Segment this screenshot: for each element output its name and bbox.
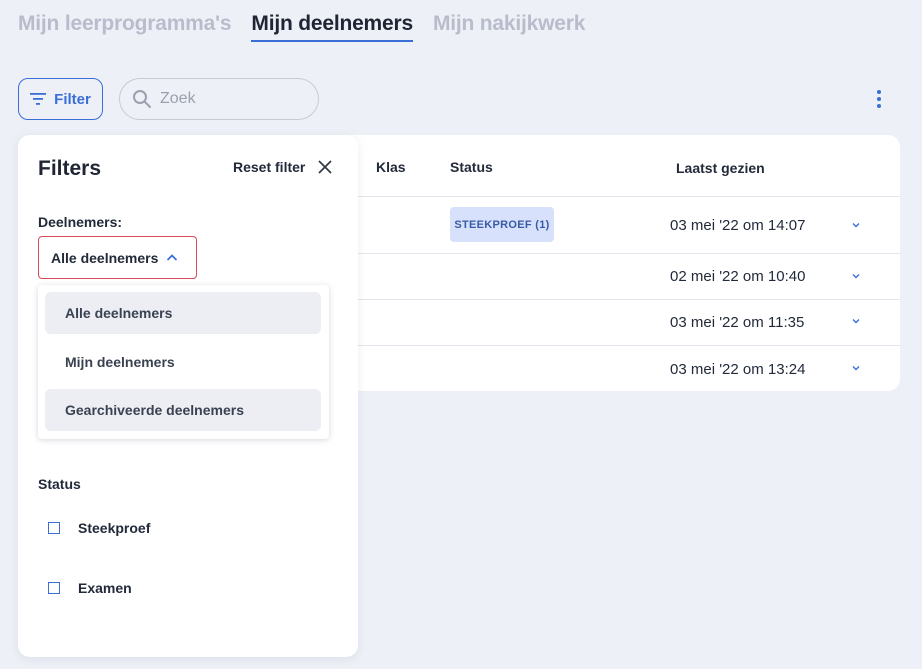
participants-label: Deelnemers: xyxy=(38,214,123,230)
reset-filter-button[interactable]: Reset filter xyxy=(233,159,333,175)
checkbox-label: Examen xyxy=(78,580,132,596)
checkbox-label: Steekproef xyxy=(78,520,151,536)
search-icon xyxy=(133,90,151,108)
checkbox-box[interactable] xyxy=(48,582,60,594)
participants-dropdown: Alle deelnemers Mijn deelnemers Gearchiv… xyxy=(38,285,329,439)
filters-panel: Filters Reset filter Deelnemers: Alle de… xyxy=(18,135,358,657)
close-icon[interactable] xyxy=(317,159,333,175)
chevron-up-icon xyxy=(167,253,178,261)
filter-button-label: Filter xyxy=(54,90,91,108)
chevron-down-icon[interactable] xyxy=(850,219,862,231)
search-input[interactable] xyxy=(160,90,300,108)
tab-bar: Mijn leerprogramma's Mijn deelnemers Mij… xyxy=(18,12,585,42)
chevron-down-icon[interactable] xyxy=(850,315,862,327)
chevron-down-icon[interactable] xyxy=(850,270,862,282)
column-header-status[interactable]: Status xyxy=(450,159,493,175)
filters-title: Filters xyxy=(38,157,102,180)
tab-mijn-nakijkwerk[interactable]: Mijn nakijkwerk xyxy=(433,12,585,42)
chevron-down-icon[interactable] xyxy=(850,362,862,374)
participants-select-value: Alle deelnemers xyxy=(51,249,159,266)
search-box xyxy=(119,78,319,120)
checkbox-box[interactable] xyxy=(48,522,60,534)
checkbox-examen[interactable]: Examen xyxy=(48,580,132,596)
checkbox-steekproef[interactable]: Steekproef xyxy=(48,520,150,536)
reset-filter-label: Reset filter xyxy=(233,159,306,175)
filter-button[interactable]: Filter xyxy=(18,78,103,120)
more-options-icon[interactable] xyxy=(870,90,888,108)
column-header-last-seen[interactable]: Laatst gezien xyxy=(676,160,765,176)
last-seen-cell: 03 mei '22 om 14:07 xyxy=(670,217,806,234)
status-label: Status xyxy=(38,476,81,492)
column-header-klas[interactable]: Klas xyxy=(376,159,406,175)
option-gearchiveerde-deelnemers[interactable]: Gearchiveerde deelnemers xyxy=(45,389,321,431)
filter-icon xyxy=(30,93,47,105)
option-alle-deelnemers[interactable]: Alle deelnemers xyxy=(45,292,321,334)
tab-mijn-deelnemers[interactable]: Mijn deelnemers xyxy=(251,12,413,42)
last-seen-cell: 03 mei '22 om 13:24 xyxy=(670,361,806,378)
option-mijn-deelnemers[interactable]: Mijn deelnemers xyxy=(45,341,321,383)
tab-mijn-leerprogrammas[interactable]: Mijn leerprogramma's xyxy=(18,12,232,42)
status-badge: STEEKPROEF (1) xyxy=(450,207,554,242)
participants-select[interactable]: Alle deelnemers xyxy=(38,236,197,279)
last-seen-cell: 02 mei '22 om 10:40 xyxy=(670,268,806,285)
last-seen-cell: 03 mei '22 om 11:35 xyxy=(670,314,805,331)
